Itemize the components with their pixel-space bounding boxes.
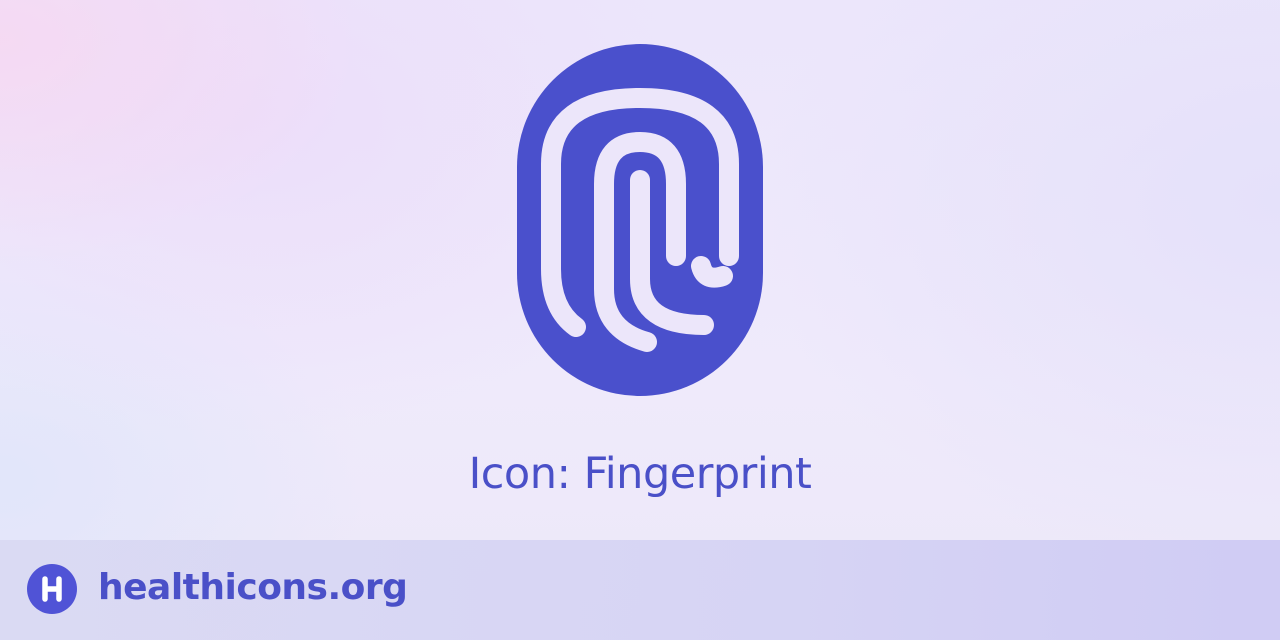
- site-link[interactable]: healthicons.org: [98, 558, 408, 618]
- icon-preview: Icon: Fingerprint: [0, 0, 1280, 540]
- icon-title: Icon: Fingerprint: [468, 449, 812, 499]
- fingerprint-ridge-center: [691, 256, 733, 288]
- fingerprint-icon: [517, 44, 763, 396]
- healthicons-logo-icon[interactable]: [27, 564, 77, 614]
- footer-bar: healthicons.org: [0, 540, 1280, 640]
